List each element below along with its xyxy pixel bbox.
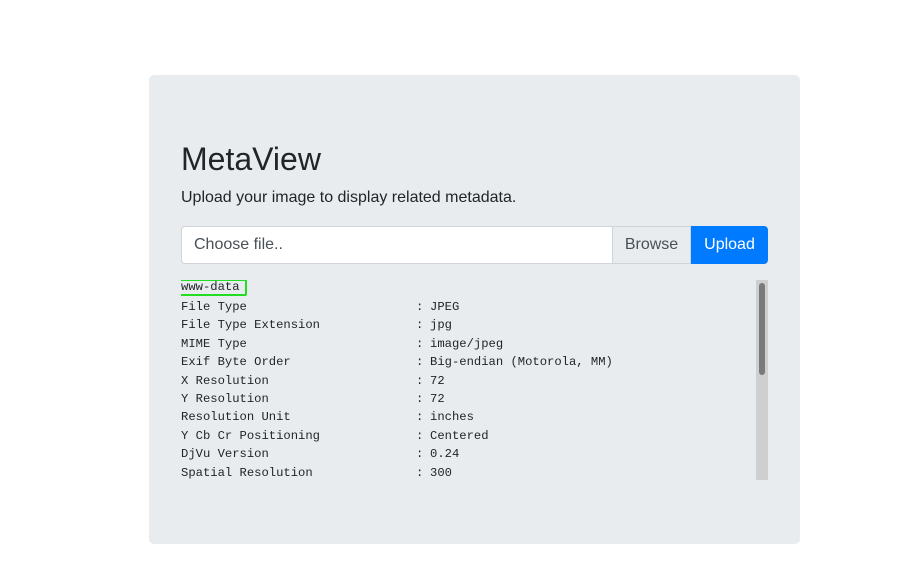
metadata-separator: : bbox=[416, 355, 424, 370]
metadata-row: File Type Extension : jpg bbox=[181, 316, 452, 334]
upload-form: Choose file.. Browse Upload bbox=[181, 226, 768, 264]
metadata-value: JPEG bbox=[430, 300, 460, 314]
metadata-key: Resolution Unit bbox=[181, 410, 291, 425]
metadata-row: Resolution Unit : inches bbox=[181, 408, 474, 426]
metadata-key: Y Resolution bbox=[181, 392, 269, 406]
metadata-separator: : bbox=[416, 336, 424, 351]
metadata-value: 72 bbox=[430, 373, 445, 388]
metadata-value: inches bbox=[430, 410, 474, 425]
metadata-key: Y Cb Cr Positioning bbox=[181, 428, 320, 443]
metadata-row: File Type : JPEG bbox=[181, 298, 459, 316]
metadata-row: Spatial Resolution : 300 bbox=[181, 464, 452, 480]
metadata-row: Y Cb Cr Positioning : Centered bbox=[181, 427, 489, 445]
metadata-key: MIME Type bbox=[181, 336, 247, 351]
metadata-separator: : bbox=[416, 465, 424, 480]
metadata-value: 300 bbox=[430, 465, 452, 480]
metadata-separator: : bbox=[416, 428, 424, 443]
metadata-value: jpg bbox=[430, 318, 452, 333]
metadata-value: image/jpeg bbox=[430, 336, 504, 351]
metadata-key: X Resolution bbox=[181, 373, 269, 388]
metadata-row: MIME Type : image/jpeg bbox=[181, 335, 503, 353]
metadata-key: Exif Byte Order bbox=[181, 355, 291, 370]
page-title: MetaView bbox=[181, 141, 321, 177]
metadata-separator: : bbox=[416, 300, 424, 314]
metadata-separator: : bbox=[416, 447, 424, 462]
metadata-key: Spatial Resolution bbox=[181, 465, 313, 480]
metadata-row: X Resolution : 72 bbox=[181, 372, 445, 390]
metadata-key: DjVu Version bbox=[181, 447, 269, 462]
metadata-separator: : bbox=[416, 392, 424, 406]
metadata-row: Exif Byte Order : Big-endian (Motorola, … bbox=[181, 353, 613, 371]
metadata-row: DjVu Version : 0.24 bbox=[181, 445, 459, 463]
metadata-row: Y Resolution : 72 bbox=[181, 390, 445, 408]
metadata-value: 0.24 bbox=[430, 447, 460, 462]
output-scrollbar[interactable] bbox=[756, 280, 768, 480]
browse-button[interactable]: Browse bbox=[612, 226, 691, 264]
metadata-value: Centered bbox=[430, 428, 489, 443]
metadata-separator: : bbox=[416, 410, 424, 425]
metadata-output: www-data File Type : JPEG File Type Exte… bbox=[181, 280, 768, 480]
metadata-value: 72 bbox=[430, 392, 445, 406]
upload-button[interactable]: Upload bbox=[691, 226, 768, 264]
metadata-key: File Type bbox=[181, 300, 247, 314]
scrollbar-thumb[interactable] bbox=[759, 283, 765, 375]
jumbotron-panel: MetaView Upload your image to display re… bbox=[149, 75, 800, 544]
page-subtitle: Upload your image to display related met… bbox=[181, 189, 517, 206]
metadata-separator: : bbox=[416, 318, 424, 333]
file-input[interactable]: Choose file.. bbox=[181, 226, 612, 264]
command-output-user: www-data bbox=[181, 280, 247, 296]
metadata-separator: : bbox=[416, 373, 424, 388]
metadata-key: File Type Extension bbox=[181, 318, 320, 333]
metadata-value: Big-endian (Motorola, MM) bbox=[430, 355, 613, 370]
